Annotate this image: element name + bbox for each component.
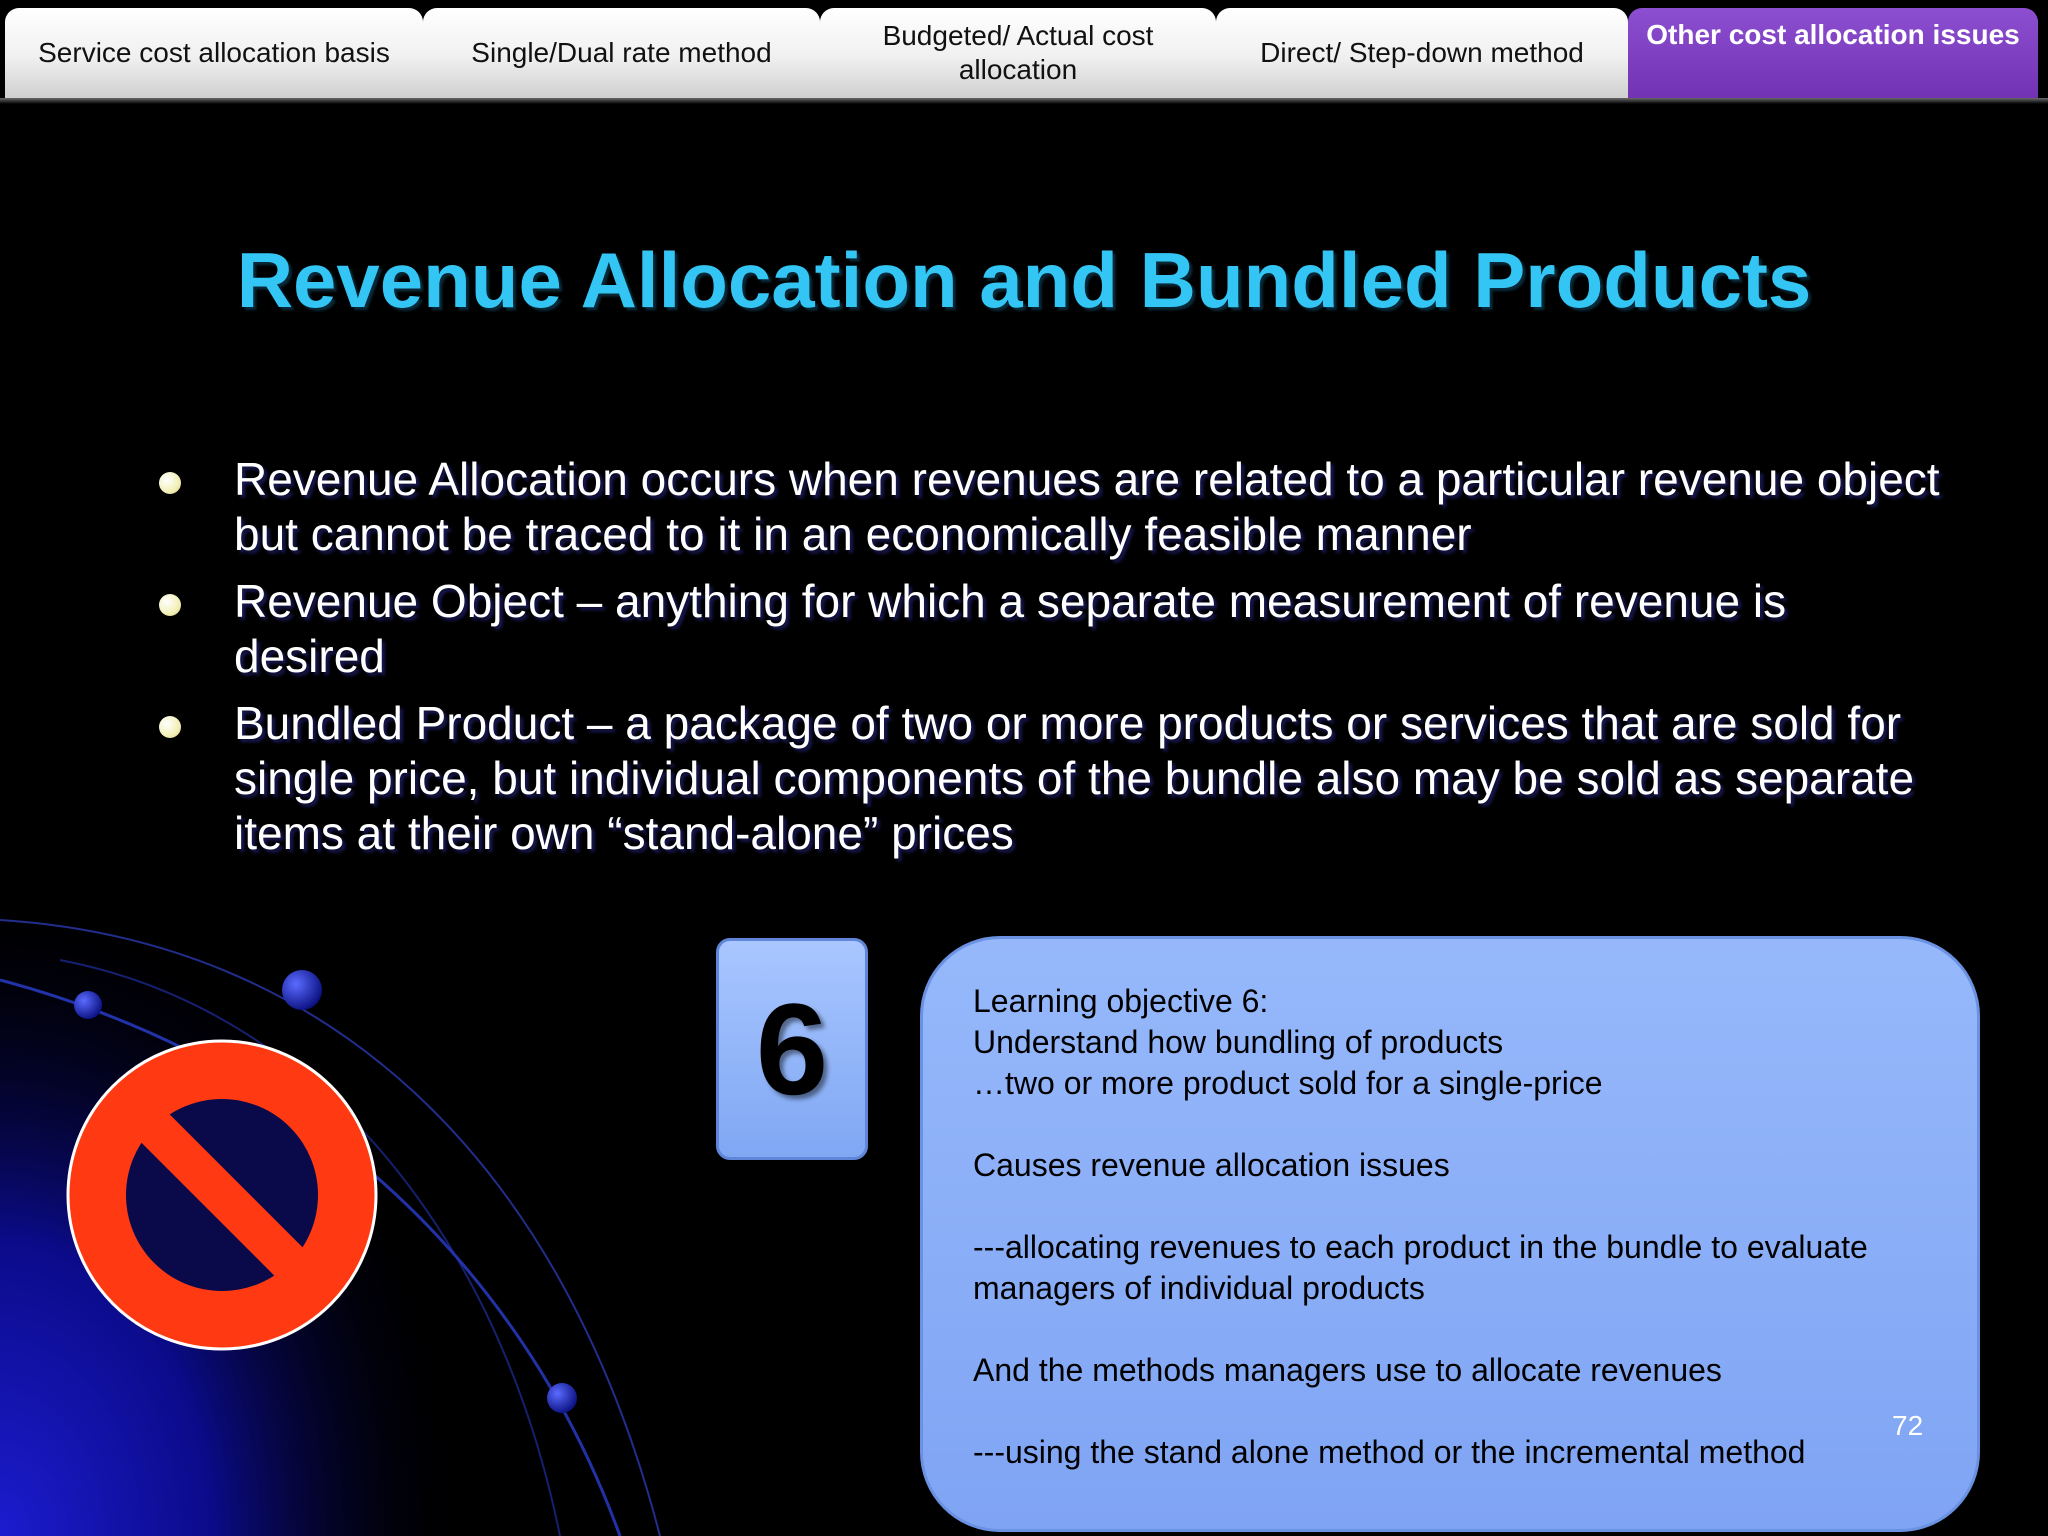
bullet-dot-icon: [159, 594, 181, 616]
slide-title: Revenue Allocation and Bundled Products: [236, 236, 1812, 324]
objective-line: …two or more product sold for a single-p…: [973, 1065, 1603, 1101]
prohibition-icon: [66, 1039, 378, 1351]
objective-line: [973, 1391, 1937, 1432]
bullet-item: Revenue Object – anything for which a se…: [150, 574, 1940, 684]
tab-single-dual-rate-method[interactable]: Single/Dual rate method: [423, 8, 820, 98]
bullet-dot-icon: [159, 472, 181, 494]
bullet-text: Bundled Product – a package of two or mo…: [234, 697, 1915, 859]
tab-label: Direct/ Step-down method: [1260, 37, 1584, 68]
tab-label: Single/Dual rate method: [471, 37, 772, 68]
bullet-item: Bundled Product – a package of two or mo…: [150, 696, 1940, 861]
objective-line: Learning objective 6:: [973, 983, 1269, 1019]
objective-line: And the methods managers use to allocate…: [973, 1352, 1722, 1388]
objective-line: Causes revenue allocation issues: [973, 1147, 1450, 1183]
objective-number-box: 6: [716, 938, 868, 1160]
tab-budgeted-actual-cost-allocation[interactable]: Budgeted/ Actual cost allocation: [820, 8, 1216, 98]
bullet-item: Revenue Allocation occurs when revenues …: [150, 452, 1940, 562]
tab-service-cost-allocation-basis[interactable]: Service cost allocation basis: [5, 8, 423, 98]
tab-label: Other cost allocation issues: [1646, 19, 2020, 50]
bullet-dot-icon: [159, 716, 181, 738]
tab-bar-shadow: [0, 98, 2048, 104]
orb-2: [74, 991, 102, 1019]
objective-line: [973, 1186, 1937, 1227]
page-number: 72: [1892, 1410, 1924, 1441]
objective-number: 6: [755, 976, 829, 1122]
tab-other-cost-allocation-issues[interactable]: Other cost allocation issues: [1628, 8, 2038, 98]
tab-direct-step-down-method[interactable]: Direct/ Step-down method: [1216, 8, 1628, 98]
bullet-list: Revenue Allocation occurs when revenues …: [150, 452, 1940, 873]
objective-line: Understand how bundling of products: [973, 1024, 1504, 1060]
objective-line: ---allocating revenues to each product i…: [973, 1229, 1868, 1306]
tab-label: Budgeted/ Actual cost allocation: [882, 20, 1154, 85]
objective-line: [973, 1104, 1937, 1145]
objective-line: ---using the stand alone method or the i…: [973, 1434, 1806, 1470]
bullet-text: Revenue Allocation occurs when revenues …: [234, 453, 1940, 560]
bullet-text: Revenue Object – anything for which a se…: [234, 575, 1787, 682]
tab-label: Service cost allocation basis: [38, 37, 390, 68]
orb-1: [282, 970, 322, 1010]
tab-bar: Service cost allocation basis Single/Dua…: [0, 0, 2048, 104]
objective-line: [973, 1309, 1937, 1350]
learning-objective-box: Learning objective 6: Understand how bun…: [920, 936, 1980, 1532]
orb-3: [547, 1383, 577, 1413]
